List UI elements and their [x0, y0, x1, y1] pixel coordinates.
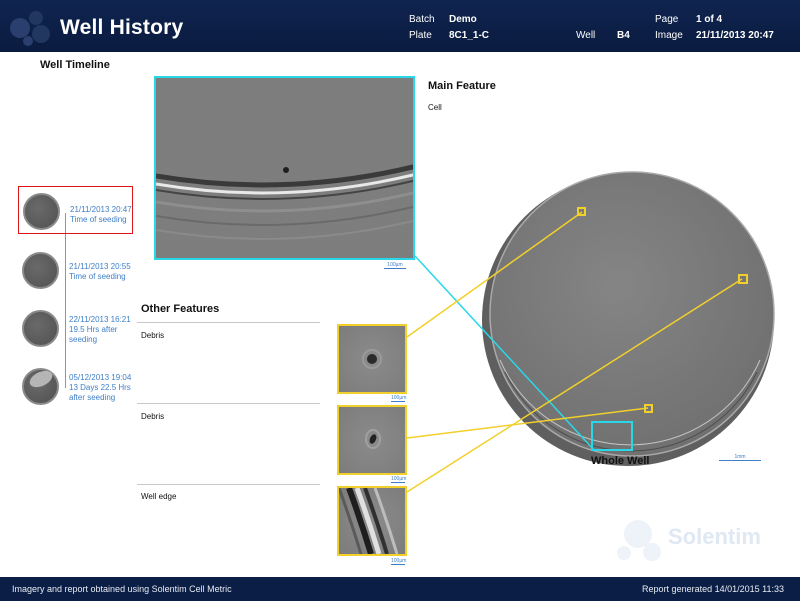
timeline-title: Well Timeline	[40, 59, 110, 71]
well-thumbnail	[22, 368, 59, 405]
feature-label: Debris	[141, 331, 165, 340]
footer-credit: Imagery and report obtained using Solent…	[12, 584, 232, 594]
feature-label: Well edge	[141, 492, 177, 501]
plate-value: 8C1_1-C	[449, 30, 490, 41]
report-header: Well History Batch Demo Plate 8C1_1-C We…	[0, 0, 800, 52]
main-feature-title: Main Feature	[428, 80, 496, 92]
whole-well-rim	[482, 174, 774, 466]
whole-well-image	[489, 171, 775, 457]
divider	[137, 484, 320, 485]
timeline-item-text: 21/11/2013 20:47 Time of seeding	[70, 205, 140, 225]
feature-scale-bar: 100µm	[391, 395, 407, 401]
main-scale-bar: 100µm	[384, 262, 406, 269]
feature-image-debris-1	[337, 324, 407, 394]
timeline-item-text: 22/11/2013 16:21 19.5 Hrs after seeding	[69, 315, 139, 345]
divider	[137, 322, 320, 323]
image-value: 21/11/2013 20:47	[696, 30, 774, 41]
main-feature-image	[154, 76, 415, 260]
page-value: 1 of 4	[696, 14, 723, 25]
batch-value: Demo	[449, 14, 477, 25]
well-thumbnail	[23, 193, 60, 230]
feature-image-well-edge	[337, 486, 407, 556]
timeline-date: 22/11/2013 16:21	[69, 315, 131, 324]
footer-generated: Report generated 14/01/2015 11:33	[642, 584, 784, 594]
feature-image-debris-2	[337, 405, 407, 475]
timeline-note: 19.5 Hrs after seeding	[69, 325, 118, 344]
divider	[137, 403, 320, 404]
plate-label: Plate	[409, 30, 432, 41]
whole-well-scale-bar: 1mm	[719, 454, 761, 461]
solentim-watermark: Solentim	[668, 524, 761, 549]
other-features-title: Other Features	[141, 303, 220, 315]
timeline-date: 21/11/2013 20:47	[70, 205, 132, 214]
well-value: B4	[617, 30, 630, 41]
page-label: Page	[655, 14, 679, 25]
image-label: Image	[655, 30, 683, 41]
timeline-date: 21/11/2013 20:55	[69, 262, 131, 271]
main-feature-description: Cell	[428, 103, 442, 112]
timeline-note: 13 Days 22.5 Hrs after seeding	[69, 383, 131, 402]
timeline-note: Time of seeding	[69, 272, 126, 281]
main-feature-locator	[591, 421, 633, 451]
feature-scale-bar: 100µm	[391, 476, 407, 482]
feature-locator-1	[577, 207, 586, 216]
feature-label: Debris	[141, 412, 165, 421]
timeline-item-4[interactable]: 05/12/2013 19:04 13 Days 22.5 Hrs after …	[18, 362, 133, 410]
report-footer: Imagery and report obtained using Solent…	[0, 577, 800, 601]
batch-label: Batch	[409, 14, 435, 25]
timeline-item-2[interactable]: 21/11/2013 20:55 Time of seeding	[18, 246, 133, 294]
report-title: Well History	[60, 16, 184, 39]
bubbles-logo-icon	[10, 11, 50, 46]
timeline-item-3[interactable]: 22/11/2013 16:21 19.5 Hrs after seeding	[18, 304, 133, 352]
timeline-note: Time of seeding	[70, 215, 127, 224]
well-label: Well	[576, 30, 596, 41]
timeline-item-1[interactable]: 21/11/2013 20:47 Time of seeding	[18, 186, 133, 234]
feature-locator-3	[738, 274, 748, 284]
timeline-item-text: 21/11/2013 20:55 Time of seeding	[69, 262, 139, 282]
feature-locator-2	[644, 404, 653, 413]
whole-well-title: Whole Well	[591, 455, 650, 467]
feature-scale-bar: 100µm	[391, 558, 407, 564]
well-thumbnail	[22, 310, 59, 347]
well-edge-closeup	[156, 164, 413, 240]
well-thumbnail	[22, 252, 59, 289]
timeline-date: 05/12/2013 19:04	[69, 373, 132, 382]
timeline-item-text: 05/12/2013 19:04 13 Days 22.5 Hrs after …	[69, 373, 139, 403]
